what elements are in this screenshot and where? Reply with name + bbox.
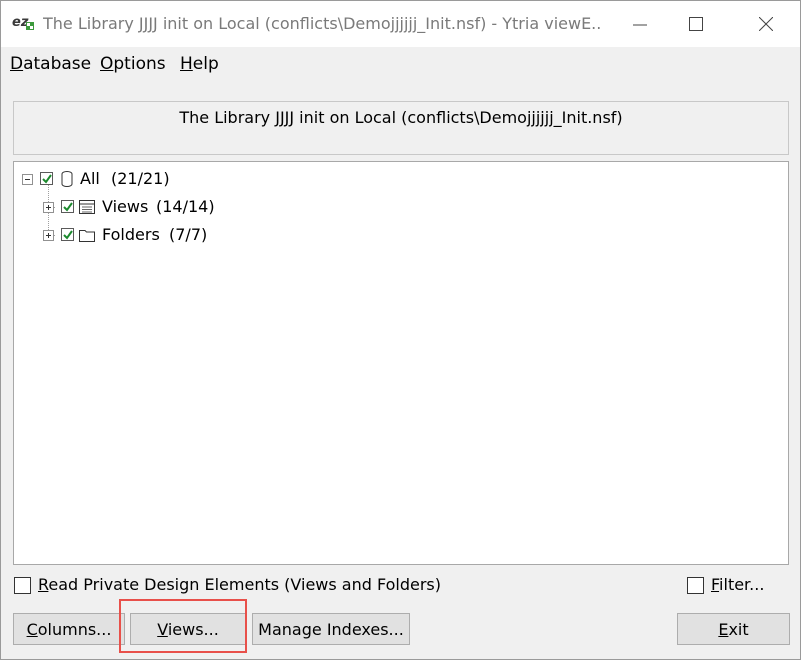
database-header-panel: The Library JJJJ init on Local (conflict… xyxy=(13,101,789,155)
read-private-label: Read Private Design Elements (Views and … xyxy=(38,575,441,594)
minimize-icon xyxy=(633,24,647,26)
folder-icon xyxy=(79,230,95,242)
expand-icon[interactable] xyxy=(43,230,54,241)
menu-help[interactable]: Help xyxy=(180,54,219,74)
columns-button[interactable]: Columns... xyxy=(13,613,125,645)
checkmark-icon xyxy=(42,174,52,184)
tree-node-count: (21/21) xyxy=(111,169,170,188)
database-header-text: The Library JJJJ init on Local (conflict… xyxy=(179,108,623,127)
checkmark-icon xyxy=(63,202,73,212)
view-icon xyxy=(79,200,95,214)
highlight-box xyxy=(119,599,247,653)
app-window: ez The Library JJJJ init on Local (confl… xyxy=(0,0,801,660)
tree-node-all[interactable]: All (21/21) xyxy=(14,169,414,193)
tree-node-count: (7/7) xyxy=(169,225,208,244)
database-icon xyxy=(61,171,73,187)
read-private-checkbox[interactable]: Read Private Design Elements (Views and … xyxy=(14,575,454,597)
minimize-button[interactable] xyxy=(617,1,663,47)
filter-checkbox[interactable]: Filter... xyxy=(687,575,787,597)
ez-app-icon: ez xyxy=(11,12,35,34)
tree-node-folders[interactable]: Folders (7/7) xyxy=(14,225,414,249)
tree-node-label: All xyxy=(80,169,100,188)
close-icon xyxy=(759,17,773,31)
exit-button[interactable]: Exit xyxy=(677,613,790,645)
collapse-icon[interactable] xyxy=(22,174,33,185)
close-button[interactable] xyxy=(743,1,789,47)
title-bar[interactable]: ez The Library JJJJ init on Local (confl… xyxy=(1,1,800,47)
tree-checkbox-views[interactable] xyxy=(61,200,74,213)
manage-indexes-button[interactable]: Manage Indexes... xyxy=(252,613,410,645)
menu-database[interactable]: Database xyxy=(10,54,91,74)
tree-node-label: Folders xyxy=(102,225,160,244)
filter-label: Filter... xyxy=(711,575,765,594)
menu-options[interactable]: Options xyxy=(100,54,166,74)
tree-node-views[interactable]: Views (14/14) xyxy=(14,197,414,221)
tree-node-count: (14/14) xyxy=(156,197,215,216)
design-element-tree[interactable]: All (21/21) Views (14/14) Folders (7/7) xyxy=(13,161,789,565)
tree-checkbox-all[interactable] xyxy=(40,172,53,185)
maximize-icon xyxy=(689,17,703,31)
tree-checkbox-folders[interactable] xyxy=(61,228,74,241)
tree-node-label: Views xyxy=(102,197,149,216)
checkbox-box[interactable] xyxy=(687,577,704,594)
menu-bar: Database Options Help xyxy=(1,47,800,83)
window-title: The Library JJJJ init on Local (conflict… xyxy=(43,14,603,33)
maximize-button[interactable] xyxy=(673,1,719,47)
checkmark-icon xyxy=(63,230,73,240)
expand-icon[interactable] xyxy=(43,202,54,213)
checkbox-box[interactable] xyxy=(14,577,31,594)
